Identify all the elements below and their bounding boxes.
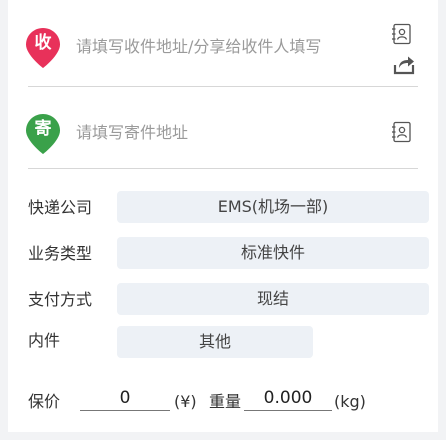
service-type-select[interactable]: 标准快件 bbox=[117, 237, 429, 269]
valuation-label: 保价 bbox=[28, 392, 61, 411]
sender-address-field[interactable]: 请填写寄件地址 bbox=[76, 122, 188, 144]
contents-select[interactable]: 其他 bbox=[117, 326, 313, 358]
weight-unit: (kg) bbox=[334, 392, 366, 411]
receiver-badge: 收 bbox=[34, 33, 52, 53]
sender-location-pin-icon: 寄 bbox=[25, 113, 61, 155]
contents-label: 内件 bbox=[28, 331, 61, 350]
service-type-label: 业务类型 bbox=[28, 244, 93, 263]
valuation-unit: (¥) bbox=[174, 392, 197, 411]
divider bbox=[28, 168, 418, 169]
weight-input[interactable] bbox=[244, 386, 332, 411]
payment-select[interactable]: 现结 bbox=[117, 283, 429, 315]
receiver-address-field[interactable]: 请填写收件地址/分享给收件人填写 bbox=[76, 36, 321, 58]
share-icon[interactable] bbox=[393, 53, 415, 75]
courier-select[interactable]: EMS(机场一部) bbox=[117, 191, 429, 223]
payment-label: 支付方式 bbox=[28, 290, 93, 309]
valuation-input[interactable] bbox=[80, 386, 170, 411]
receiver-location-pin-icon: 收 bbox=[25, 27, 61, 69]
weight-label: 重量 bbox=[209, 392, 242, 411]
courier-label: 快递公司 bbox=[28, 198, 93, 217]
divider bbox=[28, 86, 418, 87]
shipping-form-card: 收 请填写收件地址/分享给收件人填写 寄 请填写寄件地址 快递公司 EMS(机场… bbox=[8, 0, 438, 432]
sender-address-book-icon[interactable] bbox=[391, 121, 413, 143]
sender-badge: 寄 bbox=[34, 119, 52, 139]
receiver-address-book-icon[interactable] bbox=[391, 23, 413, 45]
